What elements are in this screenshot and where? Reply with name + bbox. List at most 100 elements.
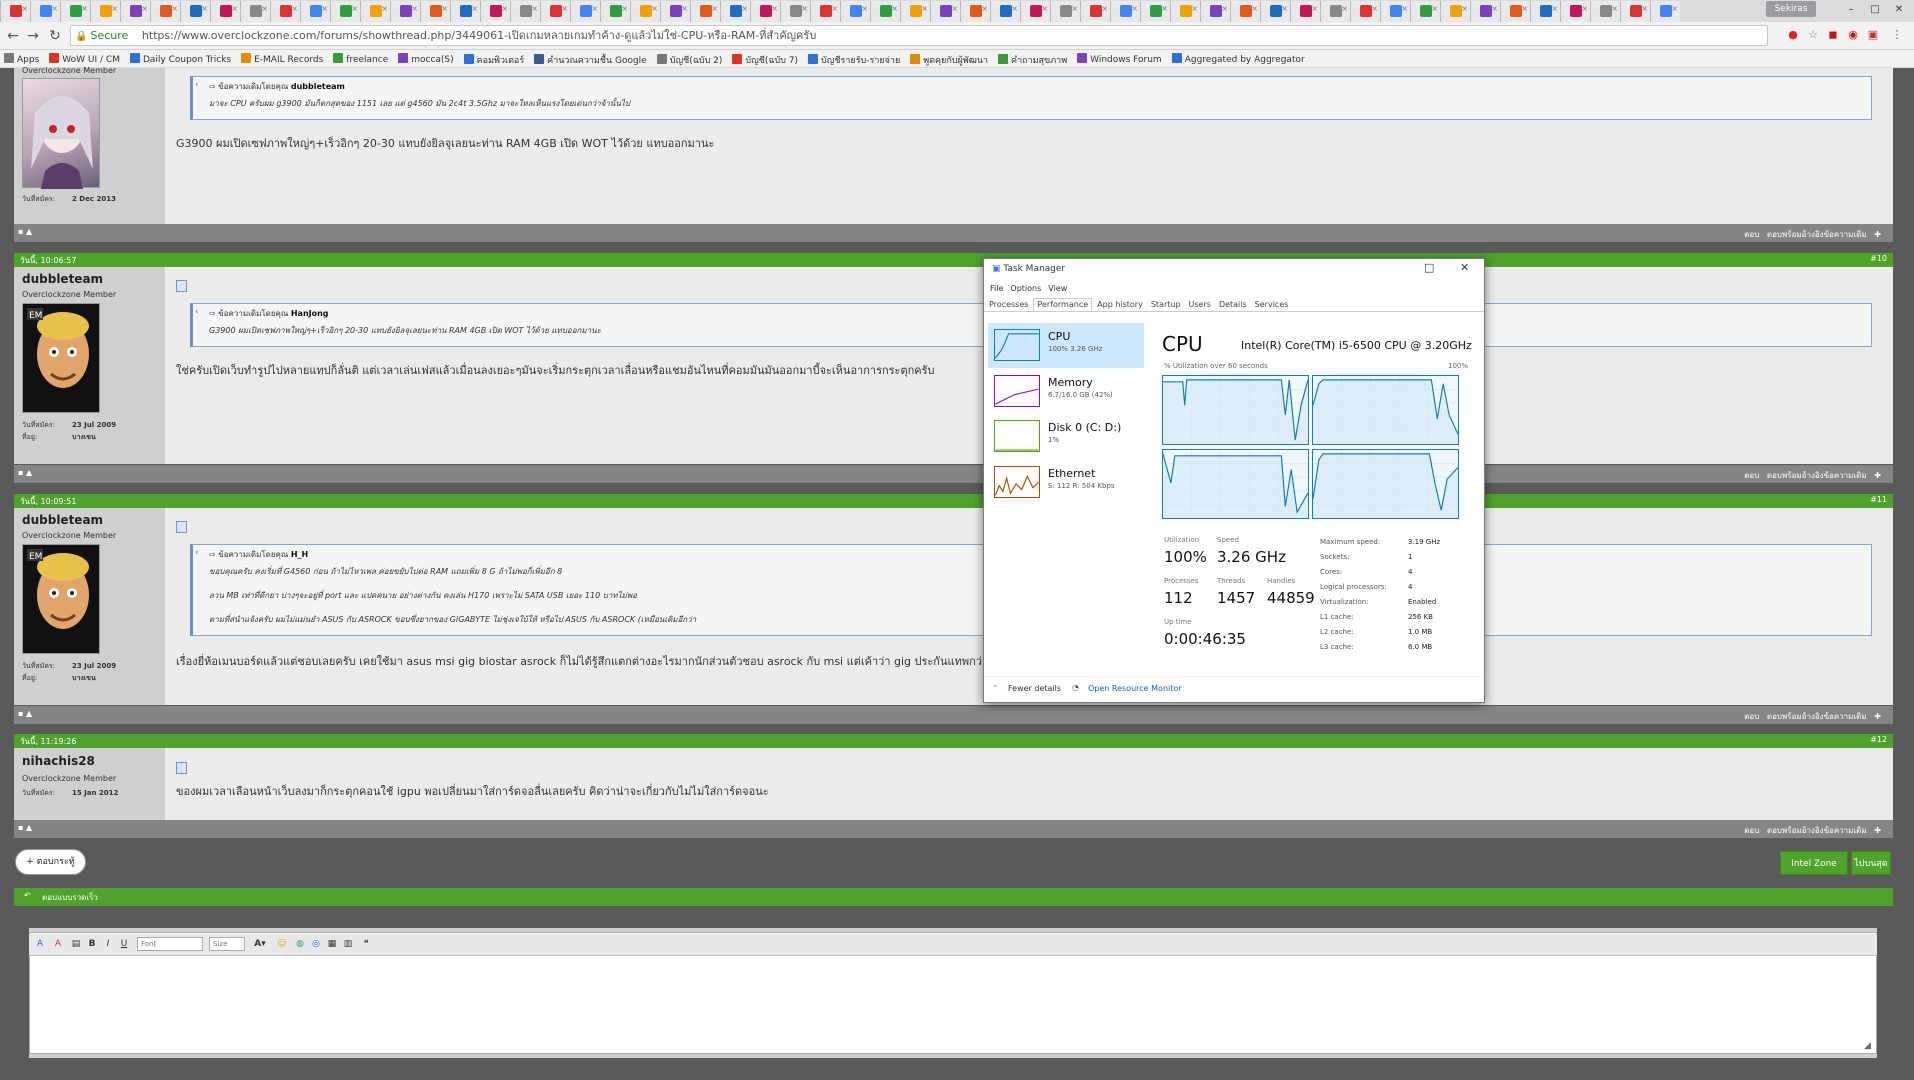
- tab-close-icon[interactable]: ×: [1371, 4, 1378, 13]
- report-icon[interactable]: ▪ ▲: [18, 468, 32, 477]
- browser-tab[interactable]: ×: [150, 1, 180, 22]
- tab-close-icon[interactable]: ×: [51, 4, 58, 13]
- username[interactable]: dubbleteam: [22, 513, 103, 527]
- post-number[interactable]: #11: [1870, 495, 1887, 504]
- intel-zone-button[interactable]: Intel Zone: [1780, 851, 1848, 875]
- user-avatar[interactable]: EM: [22, 544, 100, 654]
- browser-tab[interactable]: ×: [1290, 1, 1320, 22]
- tab-close-icon[interactable]: ×: [471, 4, 478, 13]
- reload-icon[interactable]: ↻: [46, 27, 64, 45]
- switch-mode-icon[interactable]: A: [33, 937, 47, 951]
- bookmark-item[interactable]: คอมพิวเตอร์: [463, 53, 524, 67]
- reply-quote-button[interactable]: ตอบพร้อมอ้างอิงข้อความเดิม: [1767, 471, 1867, 480]
- italic-icon[interactable]: I: [101, 937, 115, 951]
- bookmark-item[interactable]: WoW UI / CM: [49, 53, 120, 65]
- browser-tab[interactable]: ×: [750, 1, 780, 22]
- size-select[interactable]: Size: [209, 937, 245, 951]
- task-manager-tab[interactable]: Services: [1252, 299, 1292, 310]
- browser-tab[interactable]: ×: [480, 1, 510, 22]
- browser-tab[interactable]: ×: [990, 1, 1020, 22]
- menu-icon[interactable]: ⋮: [1890, 28, 1904, 42]
- browser-tab[interactable]: ×: [570, 1, 600, 22]
- browser-tab[interactable]: ×: [1530, 1, 1560, 22]
- chevron-up-icon[interactable]: ⌃: [992, 684, 999, 693]
- tab-close-icon[interactable]: ×: [1581, 4, 1588, 13]
- collapse-icon[interactable]: ↶: [24, 891, 31, 900]
- resource-item[interactable]: Memory 6.7/16.0 GB (42%): [988, 369, 1144, 414]
- menu-item[interactable]: View: [1048, 284, 1067, 293]
- minimize-icon[interactable]: –: [1840, 2, 1862, 18]
- post-number[interactable]: #10: [1870, 254, 1887, 263]
- open-resource-monitor-link[interactable]: Open Resource Monitor: [1088, 684, 1182, 693]
- tab-close-icon[interactable]: ×: [621, 4, 628, 13]
- browser-tab[interactable]: ×: [690, 1, 720, 22]
- tab-close-icon[interactable]: ×: [291, 4, 298, 13]
- forward-icon[interactable]: →: [24, 27, 42, 45]
- user-avatar[interactable]: EM: [22, 303, 100, 413]
- bookmark-item[interactable]: บัญชีรายรับ-รายจ่าย: [808, 53, 900, 67]
- tab-close-icon[interactable]: ×: [771, 4, 778, 13]
- tab-close-icon[interactable]: ×: [1551, 4, 1558, 13]
- tab-close-icon[interactable]: ×: [981, 4, 988, 13]
- tab-close-icon[interactable]: ×: [681, 4, 688, 13]
- bookmark-item[interactable]: พูดคุยกับผู้พัฒนา: [910, 53, 988, 67]
- extension-icon[interactable]: ◼: [1826, 28, 1840, 42]
- browser-tab[interactable]: ×: [1560, 1, 1590, 22]
- tab-close-icon[interactable]: ×: [1671, 4, 1678, 13]
- tab-close-icon[interactable]: ×: [921, 4, 928, 13]
- tab-close-icon[interactable]: ×: [591, 4, 598, 13]
- chevron-left-icon[interactable]: ‹: [195, 80, 199, 90]
- browser-tab[interactable]: ×: [1230, 1, 1260, 22]
- browser-tab[interactable]: ×: [1170, 1, 1200, 22]
- bookmark-item[interactable]: บัญชี(ฉบับ 2): [656, 53, 722, 67]
- email-link-icon[interactable]: ◎: [309, 937, 323, 951]
- browser-tab[interactable]: ×: [1650, 1, 1680, 22]
- browser-tab[interactable]: ×: [660, 1, 690, 22]
- profile-chip[interactable]: Sekiras: [1766, 1, 1816, 17]
- resource-item[interactable]: CPU 100% 3.26 GHz: [988, 323, 1144, 368]
- tab-close-icon[interactable]: ×: [1281, 4, 1288, 13]
- close-icon[interactable]: ✕: [1460, 261, 1469, 274]
- browser-tab[interactable]: ×: [330, 1, 360, 22]
- browser-tab[interactable]: ×: [930, 1, 960, 22]
- browser-tab[interactable]: ×: [1620, 1, 1650, 22]
- tab-close-icon[interactable]: ×: [651, 4, 658, 13]
- tab-close-icon[interactable]: ×: [1161, 4, 1168, 13]
- browser-tab[interactable]: ×: [1080, 1, 1110, 22]
- resource-item[interactable]: Disk 0 (C: D:) 1%: [988, 414, 1144, 459]
- tab-close-icon[interactable]: ×: [861, 4, 868, 13]
- browser-tab[interactable]: ×: [1110, 1, 1140, 22]
- browser-tab[interactable]: ×: [60, 1, 90, 22]
- tab-close-icon[interactable]: ×: [171, 4, 178, 13]
- tab-close-icon[interactable]: ×: [411, 4, 418, 13]
- quote-user[interactable]: dubbleteam: [291, 82, 345, 91]
- username[interactable]: dubbleteam: [22, 272, 103, 286]
- tab-close-icon[interactable]: ×: [1341, 4, 1348, 13]
- reply-button[interactable]: ตอบ: [1744, 230, 1759, 239]
- tab-close-icon[interactable]: ×: [1011, 4, 1018, 13]
- tab-close-icon[interactable]: ×: [1611, 4, 1618, 13]
- browser-tab[interactable]: ×: [1350, 1, 1380, 22]
- tab-close-icon[interactable]: ×: [231, 4, 238, 13]
- task-manager-tab[interactable]: App history: [1094, 299, 1146, 310]
- multiquote-icon[interactable]: ✚: [1874, 826, 1881, 835]
- tab-close-icon[interactable]: ×: [1041, 4, 1048, 13]
- bookmark-item[interactable]: คำนวณความชื้น Google: [534, 53, 647, 67]
- task-manager-tab[interactable]: Startup: [1148, 299, 1184, 310]
- remove-format-icon[interactable]: A: [51, 937, 65, 951]
- task-manager-tab[interactable]: Processes: [986, 299, 1031, 310]
- browser-tab[interactable]: ×: [0, 1, 30, 22]
- tab-close-icon[interactable]: ×: [891, 4, 898, 13]
- browser-tab[interactable]: ×: [1380, 1, 1410, 22]
- browser-tab[interactable]: ×: [1260, 1, 1290, 22]
- chevron-left-icon[interactable]: ‹: [195, 548, 199, 558]
- browser-tab[interactable]: ×: [240, 1, 270, 22]
- tab-close-icon[interactable]: ×: [741, 4, 748, 13]
- browser-tab[interactable]: ×: [360, 1, 390, 22]
- report-icon[interactable]: ▪ ▲: [18, 227, 32, 236]
- reply-button[interactable]: ตอบ: [1744, 826, 1759, 835]
- username[interactable]: nihachis28: [22, 754, 95, 768]
- text-color-icon[interactable]: A▾: [253, 937, 267, 951]
- browser-tab[interactable]: ×: [300, 1, 330, 22]
- tab-close-icon[interactable]: ×: [501, 4, 508, 13]
